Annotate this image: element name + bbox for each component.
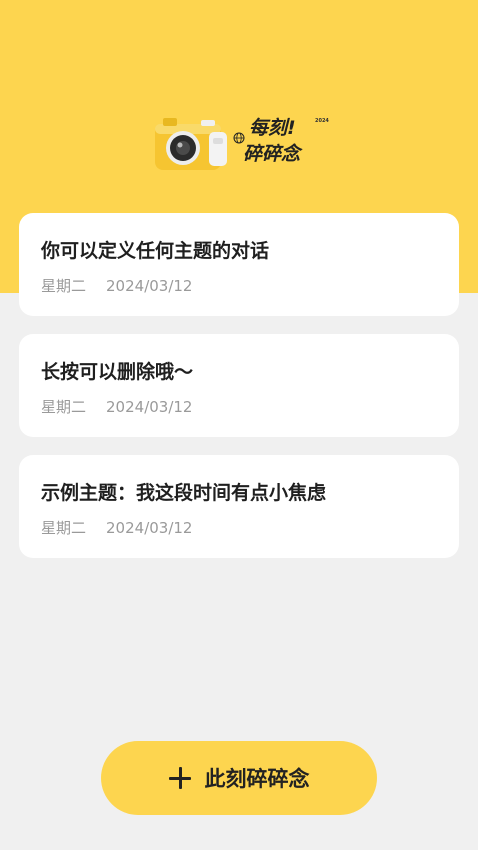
app-logo: 每刻! 碎碎念 2024: [153, 108, 333, 176]
topic-title: 你可以定义任何主题的对话: [41, 240, 270, 262]
topic-meta: 星期二 2024/03/12: [41, 517, 192, 538]
logo-year: 2024: [315, 118, 329, 124]
topic-weekday: 星期二: [41, 519, 87, 537]
topic-meta: 星期二 2024/03/12: [41, 275, 192, 296]
topic-date: 2024/03/12: [106, 519, 193, 537]
topic-card[interactable]: 长按可以删除哦～ 星期二 2024/03/12: [19, 334, 459, 437]
topic-title: 示例主题：我这段时间有点小焦虑: [41, 482, 327, 504]
topic-title: 长按可以删除哦～: [41, 361, 194, 383]
topic-date: 2024/03/12: [106, 277, 193, 295]
logo-line-2: 碎碎念: [243, 143, 301, 165]
camera-icon: [155, 118, 227, 170]
topic-weekday: 星期二: [41, 277, 87, 295]
logo-text: 每刻! 碎碎念 2024: [243, 114, 331, 174]
topic-card[interactable]: 示例主题：我这段时间有点小焦虑 星期二 2024/03/12: [19, 455, 459, 558]
plus-icon: [168, 767, 191, 789]
topic-meta: 星期二 2024/03/12: [41, 396, 192, 417]
topic-weekday: 星期二: [41, 398, 87, 416]
add-thought-button[interactable]: 此刻碎碎念: [101, 741, 377, 815]
topic-date: 2024/03/12: [106, 398, 193, 416]
topic-card[interactable]: 你可以定义任何主题的对话 星期二 2024/03/12: [19, 213, 459, 316]
add-thought-label: 此刻碎碎念: [204, 767, 310, 791]
logo-line-1: 每刻!: [249, 117, 296, 139]
